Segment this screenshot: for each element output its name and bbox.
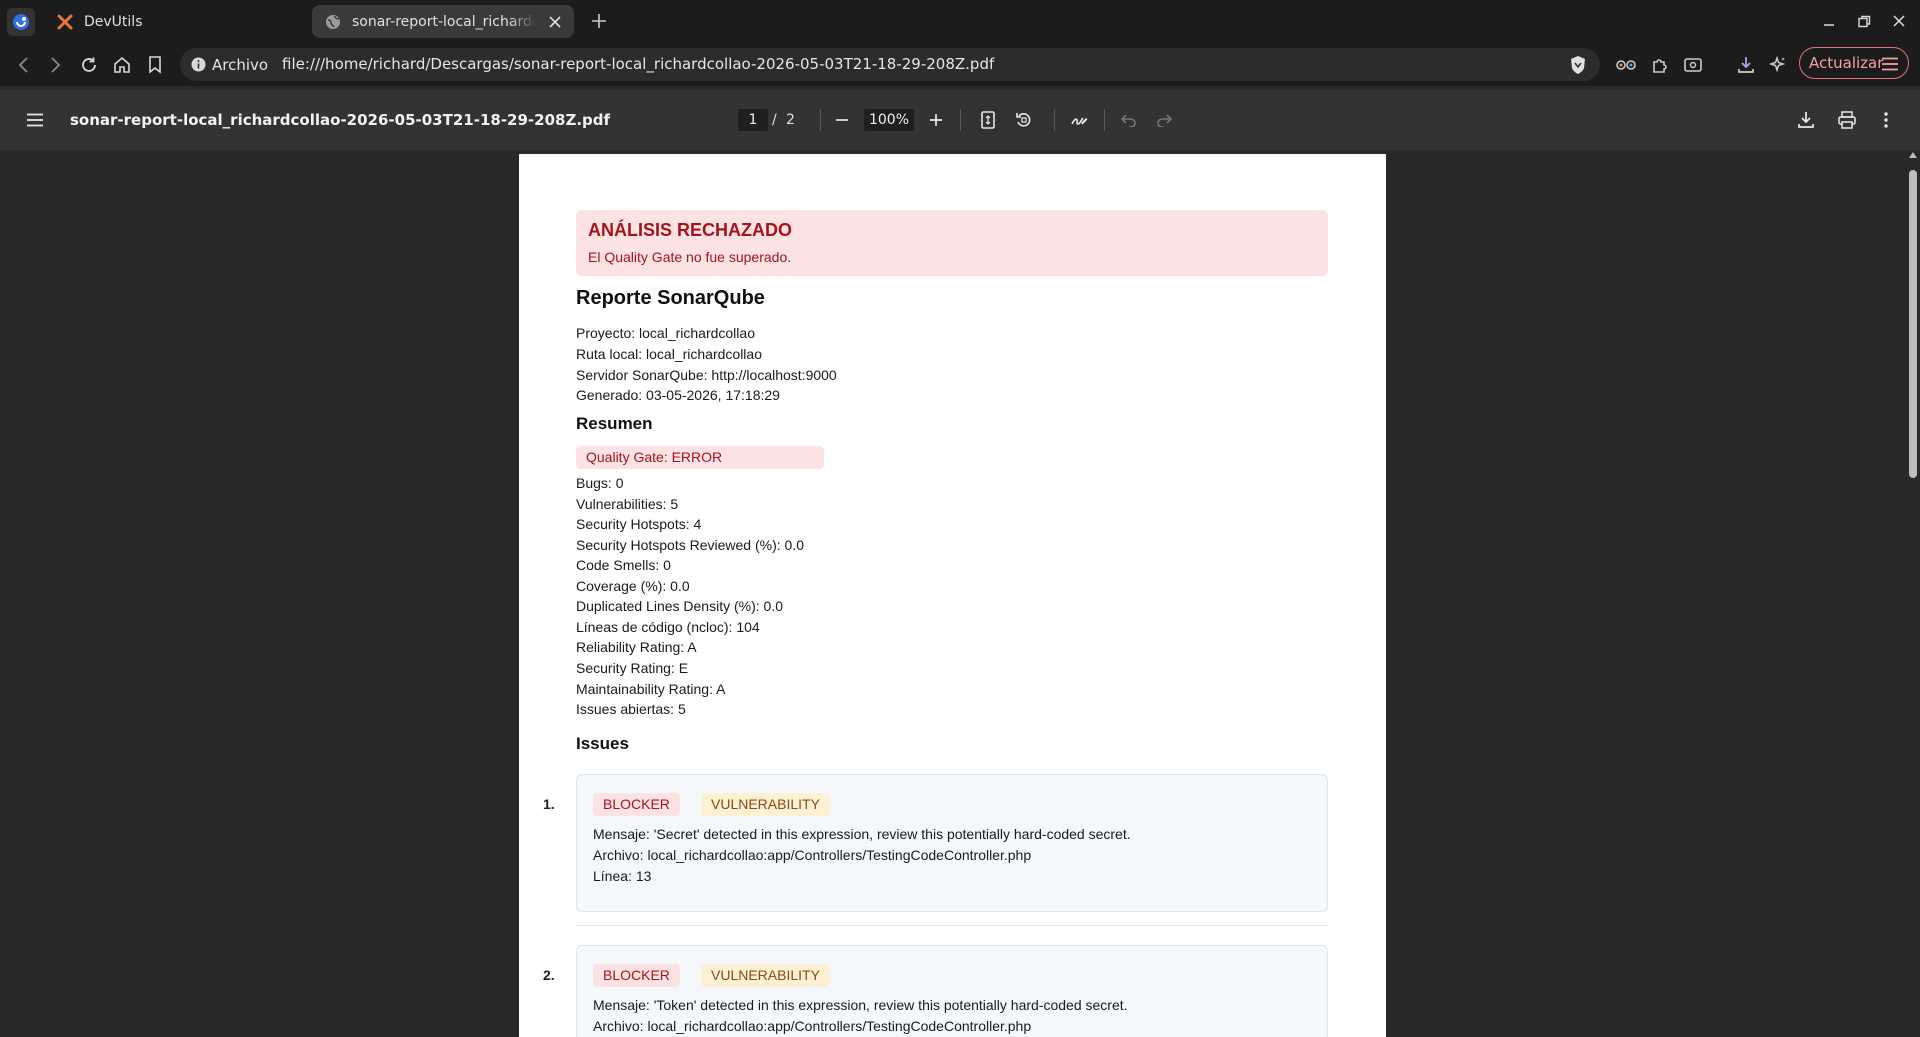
metric-line: Reliability Rating: A: [576, 639, 697, 655]
sidebar-menu-icon[interactable]: [23, 108, 47, 132]
toolbar-divider: [1104, 109, 1105, 131]
url-text[interactable]: file:///home/richard/Descargas/sonar-rep…: [282, 48, 994, 81]
issue-number: 2.: [543, 967, 555, 983]
close-window-icon[interactable]: [1888, 10, 1910, 32]
issue-file: Archivo: local_richardcollao:app/Control…: [593, 847, 1032, 863]
navigation-bar: Archivo file:///home/richard/Descargas/s…: [0, 43, 1920, 86]
restore-icon[interactable]: [1853, 10, 1875, 32]
page-separator: /: [772, 112, 777, 128]
metric-line: Issues abiertas: 5: [576, 701, 686, 717]
redo-icon[interactable]: [1152, 108, 1176, 132]
zoom-out-icon[interactable]: [830, 108, 854, 132]
metric-line: Líneas de código (ncloc): 104: [576, 619, 760, 635]
type-badge: VULNERABILITY: [701, 793, 830, 816]
issue-card: BLOCKER VULNERABILITY Mensaje: 'Secret' …: [576, 774, 1328, 912]
quality-gate-badge: Quality Gate: ERROR: [576, 446, 824, 469]
hamburger-menu-icon: [1880, 54, 1900, 74]
rotate-icon[interactable]: [1012, 108, 1036, 132]
issue-line-number: Línea: 13: [593, 868, 652, 884]
home-icon[interactable]: [110, 53, 134, 77]
severity-badge: BLOCKER: [593, 964, 680, 987]
tab-pdf-report[interactable]: sonar-report-local_richardcollao-2026-05…: [312, 5, 574, 38]
wallet-icon[interactable]: [1682, 54, 1704, 76]
banner-title: ANÁLISIS RECHAZADO: [588, 220, 793, 240]
back-icon[interactable]: [12, 53, 36, 77]
tab-strip: DevUtils sonar-report-local_richardcolla…: [0, 0, 1920, 43]
toolbar-divider: [960, 109, 961, 131]
issue-divider: [576, 925, 1328, 926]
toolbar-divider: [1054, 109, 1055, 131]
browser-menu-icon[interactable]: [7, 8, 35, 36]
pdf-page: ANÁLISIS RECHAZADO El Quality Gate no fu…: [519, 154, 1386, 1037]
metric-line: Maintainability Rating: A: [576, 681, 726, 697]
metric-line: Vulnerabilities: 5: [576, 496, 679, 512]
issues-heading: Issues: [576, 734, 629, 753]
ai-sparkle-icon[interactable]: [1767, 54, 1789, 76]
page-total: 2: [786, 112, 795, 128]
tab-title: DevUtils: [84, 13, 143, 30]
metric-line: Code Smells: 0: [576, 557, 671, 573]
summary-heading: Resumen: [576, 414, 653, 433]
metric-line: Bugs: 0: [576, 475, 624, 491]
metric-line: Duplicated Lines Density (%): 0.0: [576, 598, 783, 614]
issue-message: Mensaje: 'Token' detected in this expres…: [593, 997, 1128, 1013]
page-number-input[interactable]: 1: [738, 109, 768, 131]
info-icon: [190, 57, 206, 73]
pdf-viewer[interactable]: ANÁLISIS RECHAZADO El Quality Gate no fu…: [0, 150, 1920, 1037]
forward-icon[interactable]: [43, 53, 67, 77]
bookmark-icon[interactable]: [143, 53, 167, 77]
address-bar[interactable]: Archivo file:///home/richard/Descargas/s…: [180, 48, 1600, 81]
draw-annotate-icon[interactable]: [1067, 108, 1091, 132]
print-icon[interactable]: [1835, 108, 1859, 132]
banner-subtitle: El Quality Gate no fue superado.: [588, 249, 792, 265]
tab-devutils[interactable]: DevUtils: [44, 5, 306, 38]
new-tab-icon[interactable]: [588, 10, 610, 32]
fit-page-icon[interactable]: [976, 108, 1000, 132]
zoom-input[interactable]: 100%: [864, 109, 914, 131]
close-tab-icon[interactable]: [544, 11, 566, 33]
metric-line: Security Hotspots: 4: [576, 516, 702, 532]
pdf-toolbar: sonar-report-local_richardcollao-2026-05…: [0, 90, 1920, 150]
issue-message: Mensaje: 'Secret' detected in this expre…: [593, 826, 1131, 842]
minimize-icon[interactable]: [1818, 10, 1840, 32]
site-info-button[interactable]: Archivo: [190, 48, 268, 81]
metric-line: Security Rating: E: [576, 660, 689, 676]
download-icon[interactable]: [1794, 108, 1818, 132]
toolbar-divider: [820, 109, 821, 131]
meta-local-path: Ruta local: local_richardcollao: [576, 346, 762, 362]
meta-project: Proyecto: local_richardcollao: [576, 325, 755, 341]
severity-badge: BLOCKER: [593, 793, 680, 816]
scrollbar[interactable]: [1906, 150, 1920, 1037]
tab-title: sonar-report-local_richardcollao-2026-05…: [352, 13, 536, 30]
update-button[interactable]: Actualizar: [1799, 47, 1909, 79]
extensions-icon[interactable]: [1649, 54, 1671, 76]
undo-icon[interactable]: [1117, 108, 1141, 132]
reload-icon[interactable]: [77, 53, 101, 77]
report-title: Reporte SonarQube: [576, 287, 765, 309]
downloads-icon[interactable]: [1735, 54, 1757, 76]
type-badge: VULNERABILITY: [701, 964, 830, 987]
metric-line: Coverage (%): 0.0: [576, 578, 690, 594]
site-info-label: Archivo: [212, 55, 269, 74]
meta-server: Servidor SonarQube: http://localhost:900…: [576, 367, 837, 383]
metric-line: Security Hotspots Reviewed (%): 0.0: [576, 537, 804, 553]
tools-icon: [56, 13, 74, 31]
globe-icon: [324, 13, 342, 31]
rejected-banner: ANÁLISIS RECHAZADO El Quality Gate no fu…: [576, 210, 1328, 276]
shield-icon[interactable]: [1567, 54, 1589, 76]
issue-card: BLOCKER VULNERABILITY Mensaje: 'Token' d…: [576, 945, 1328, 1037]
scrollbar-thumb[interactable]: [1909, 170, 1917, 478]
issue-file: Archivo: local_richardcollao:app/Control…: [593, 1018, 1032, 1034]
meta-generated: Generado: 03-05-2026, 17:18:29: [576, 387, 780, 403]
more-options-icon[interactable]: [1874, 108, 1898, 132]
document-title: sonar-report-local_richardcollao-2026-05…: [70, 111, 611, 129]
update-label: Actualizar: [1809, 54, 1884, 72]
issue-number: 1.: [543, 796, 555, 812]
zoom-in-icon[interactable]: [924, 108, 948, 132]
scroll-up-arrow-icon[interactable]: [1909, 152, 1917, 158]
reading-glasses-icon[interactable]: [1615, 54, 1637, 76]
